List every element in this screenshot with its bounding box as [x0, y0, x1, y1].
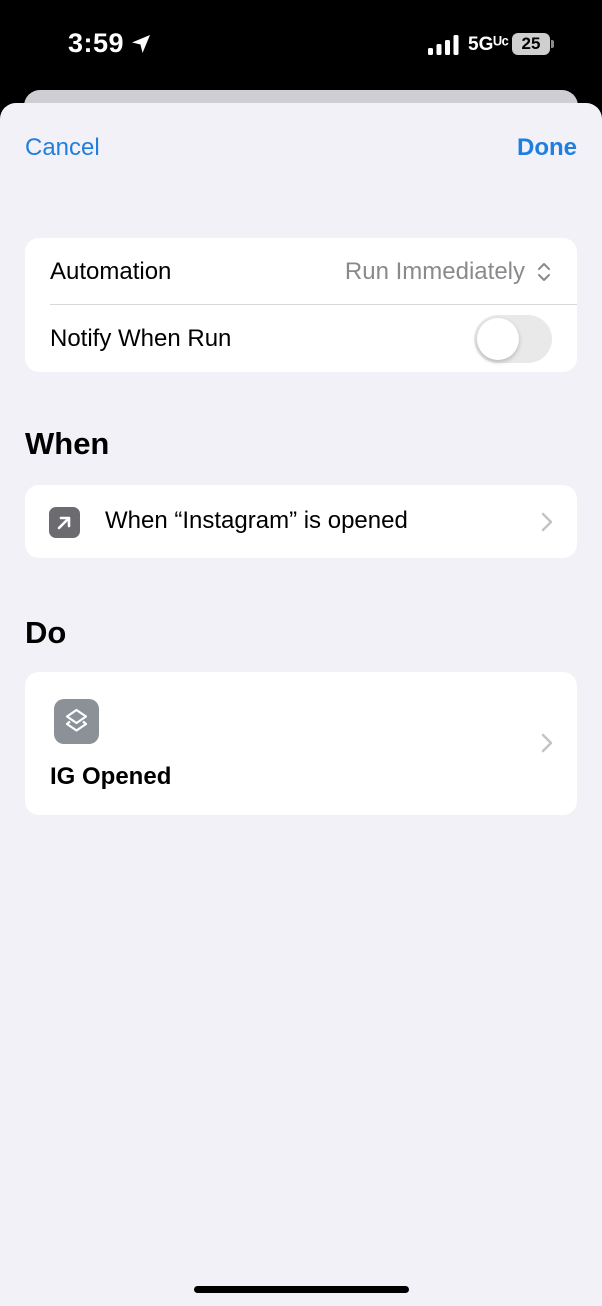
- automation-sheet: Cancel Done Automation Run Immediately N…: [0, 103, 602, 1306]
- done-button[interactable]: Done: [517, 134, 577, 162]
- shortcut-name: IG Opened: [50, 763, 172, 790]
- automation-value[interactable]: Run Immediately: [345, 258, 525, 286]
- location-arrow-icon: [132, 35, 150, 53]
- automation-row[interactable]: Automation Run Immediately: [25, 238, 577, 305]
- network-indicator: 5Gᵁᶜ: [468, 34, 509, 55]
- trigger-row[interactable]: When “Instagram” is opened: [25, 485, 577, 558]
- do-header: Do: [25, 615, 67, 650]
- status-bar: 3:59 5Gᵁᶜ 25: [0, 0, 602, 92]
- app-open-arrow-icon: [49, 507, 80, 538]
- signal-bars-icon: [428, 35, 459, 55]
- notify-label: Notify When Run: [50, 325, 232, 352]
- toggle-knob: [477, 318, 519, 360]
- notify-row: Notify When Run: [25, 305, 577, 372]
- automation-label: Automation: [50, 258, 172, 285]
- shortcut-action-row[interactable]: IG Opened: [25, 672, 577, 815]
- trigger-text: When “Instagram” is opened: [105, 507, 408, 534]
- shortcuts-layers-icon: [54, 699, 99, 744]
- battery-cap: [551, 40, 554, 48]
- home-indicator: [194, 1286, 409, 1293]
- settings-card: Automation Run Immediately Notify When R…: [25, 238, 577, 372]
- when-header: When: [25, 426, 110, 461]
- battery-indicator: 25: [512, 33, 550, 55]
- chevron-right-icon: [541, 733, 553, 753]
- status-time: 3:59: [68, 28, 125, 58]
- cancel-button[interactable]: Cancel: [25, 134, 100, 162]
- chevron-right-icon: [541, 512, 553, 532]
- chevron-up-down-icon: [538, 263, 550, 281]
- notify-toggle[interactable]: [474, 315, 552, 363]
